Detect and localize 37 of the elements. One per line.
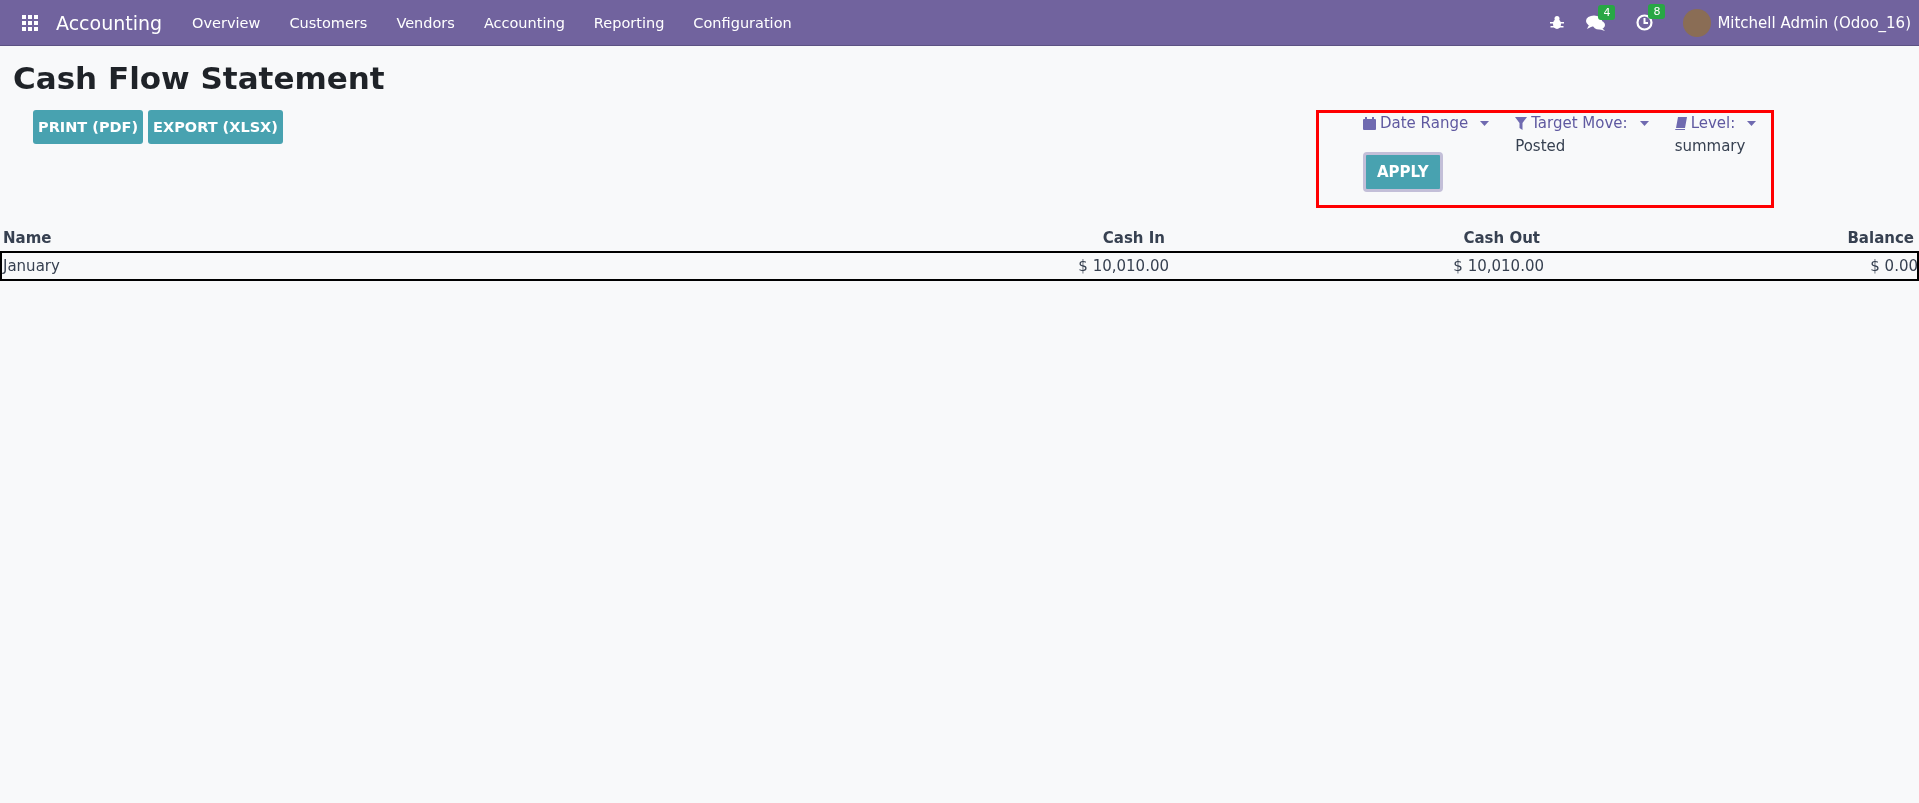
book-icon xyxy=(1674,116,1687,130)
nav-menu-item[interactable]: Customers xyxy=(289,14,368,31)
table-cell-text: $ 0.00 xyxy=(1869,256,1919,277)
caret-icon xyxy=(1747,120,1757,126)
clock-icon[interactable] xyxy=(1636,14,1654,31)
bug-icon[interactable] xyxy=(1550,15,1565,30)
table-cell-text: $ 10,010.00 xyxy=(1452,256,1545,277)
filter-dropdown[interactable]: Date Range xyxy=(1363,114,1490,132)
message-count-badge: 4 xyxy=(1598,4,1616,20)
column-header: Balance xyxy=(1846,228,1915,249)
page-title: Cash Flow Statement xyxy=(13,60,386,96)
nav-menu-item[interactable]: Reporting xyxy=(593,14,665,31)
app-name[interactable]: Accounting xyxy=(56,11,163,34)
nav-menu-item[interactable]: Overview xyxy=(192,14,261,31)
caret-icon xyxy=(1639,120,1649,126)
calendar-icon xyxy=(1363,116,1376,130)
apply-button[interactable]: APPLY xyxy=(1363,152,1443,192)
activity-count-badge: 8 xyxy=(1648,4,1666,19)
table-row[interactable]: January $ 10,010.00 $ 10,010.00 $ 0.00 xyxy=(0,251,1919,281)
report-button[interactable]: EXPORT (XLSX) xyxy=(148,110,283,144)
report-button[interactable]: PRINT (PDF) xyxy=(33,110,144,144)
nav-menu-item[interactable]: Vendors xyxy=(396,14,455,31)
table-cell-text: $ 10,010.00 xyxy=(1077,256,1170,277)
filter-value: summary xyxy=(1674,137,1747,155)
column-header: Name xyxy=(2,228,53,249)
user-name[interactable]: Mitchell Admin (Odoo_16) xyxy=(1717,13,1911,32)
column-header: Cash Out xyxy=(1462,228,1541,249)
nav-menu-item[interactable]: Accounting xyxy=(483,14,565,31)
nav-menu-item[interactable]: Configuration xyxy=(693,14,792,31)
column-header: Cash In xyxy=(1101,228,1166,249)
filter-value: Posted xyxy=(1515,137,1567,155)
filter-dropdown[interactable]: Level: xyxy=(1674,114,1757,132)
caret-icon xyxy=(1480,120,1490,126)
funnel-icon xyxy=(1515,116,1528,130)
apps-grid-icon[interactable] xyxy=(22,14,38,31)
filter-dropdown[interactable]: Target Move: xyxy=(1515,114,1649,132)
table-cell-text: January xyxy=(2,256,61,277)
